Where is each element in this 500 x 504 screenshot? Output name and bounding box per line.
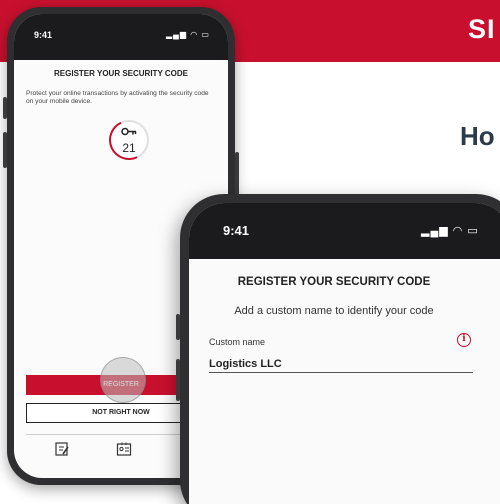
custom-name-input[interactable] xyxy=(209,355,473,373)
signal-wifi-battery-icon: ▂▄▆ ◠ ▭ xyxy=(166,30,210,39)
key-icon xyxy=(111,127,147,139)
status-bar: 9:41 ▂▄▆ ◠ ▭ xyxy=(14,14,228,60)
touch-indicator xyxy=(100,357,146,403)
phone-side-button xyxy=(3,97,7,119)
screen-title: REGISTER YOUR SECURITY CODE xyxy=(54,69,188,78)
status-time: 9:41 xyxy=(34,30,53,40)
phone-volume-button xyxy=(176,359,180,401)
signal-wifi-battery-icon: ▂▄▆ ◠ ▭ xyxy=(421,225,479,237)
screen-title: REGISTER YOUR SECURITY CODE xyxy=(237,276,431,288)
screen-subtitle: Add a custom name to identify your code xyxy=(234,305,434,317)
phone-side-button xyxy=(176,314,180,340)
info-icon[interactable]: i xyxy=(457,333,471,347)
status-bar: 9:41 ▂▄▆ ◠ ▭ xyxy=(189,203,500,259)
phone-volume-button xyxy=(3,132,7,168)
status-time: 9:41 xyxy=(223,223,250,238)
custom-name-label: Custom name xyxy=(209,337,266,347)
edit-document-icon[interactable] xyxy=(54,441,70,457)
banner-title: SI xyxy=(468,14,496,44)
front-phone-mockup: 9:41 ▂▄▆ ◠ ▭ REGISTER YOUR SECURITY CODE… xyxy=(176,194,500,504)
timer-progress-ring xyxy=(103,114,155,166)
page-subheading: Ho xyxy=(460,121,495,151)
code-timer: 21 xyxy=(103,114,155,166)
screen-description: Protect your online transactions by acti… xyxy=(26,90,209,105)
id-card-icon[interactable] xyxy=(116,441,132,457)
front-phone-screen: 9:41 ▂▄▆ ◠ ▭ REGISTER YOUR SECURITY CODE… xyxy=(189,203,500,504)
timer-count: 21 xyxy=(122,141,136,155)
